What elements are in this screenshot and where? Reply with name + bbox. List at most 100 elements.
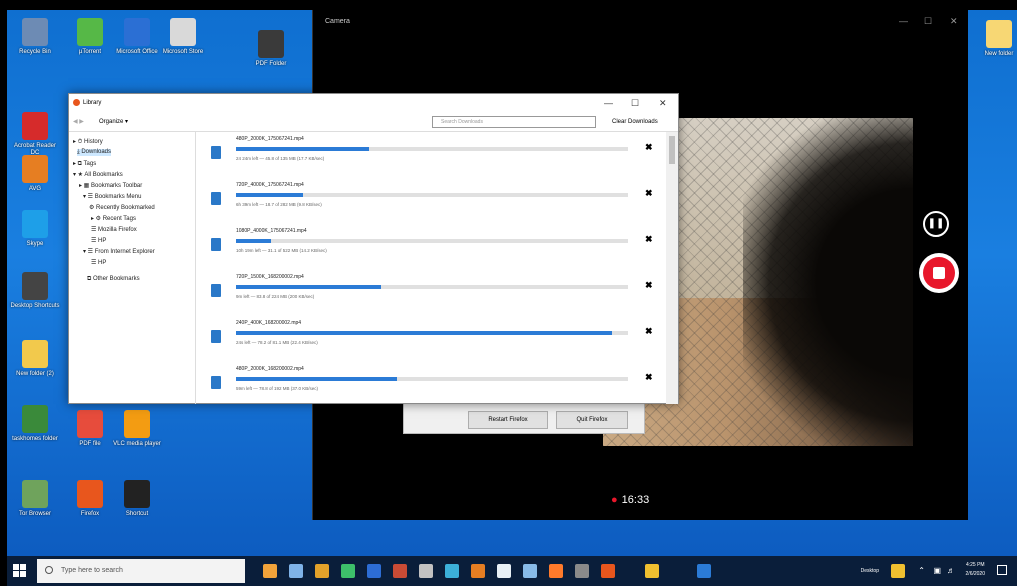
taskbar-app-icon[interactable] (315, 564, 329, 578)
download-item[interactable]: 480P_2000K_168200002.mp4 59m left — 78.8 … (197, 362, 667, 404)
cancel-download-icon[interactable]: ✖ (645, 372, 653, 383)
camera-close-button[interactable]: ✕ (950, 16, 958, 27)
stop-recording-button[interactable] (919, 253, 959, 293)
download-progress-bar (236, 331, 628, 335)
start-button[interactable] (13, 564, 27, 578)
taskbar-app-icon[interactable] (601, 564, 615, 578)
download-status: 6h 39m left — 18.7 of 282 MB (9.8 KB/sec… (236, 202, 322, 207)
taskbar-app-icon[interactable] (497, 564, 511, 578)
sidebar-item[interactable]: ☰ HP (91, 259, 106, 266)
desktop-icon-taskhomes[interactable]: taskhomes folder (9, 405, 61, 443)
desktop-icon-avg[interactable]: AVG (9, 155, 61, 193)
desktop-icon-tor-browser[interactable]: Tor Browser (9, 480, 61, 518)
search-placeholder: Type here to search (61, 567, 123, 574)
desktop-icon-desktop-shortcuts[interactable]: Desktop Shortcuts (9, 272, 61, 310)
clear-downloads-button[interactable]: Clear Downloads (612, 112, 658, 132)
download-status: 9m left — 83.8 of 224 MB (200 KB/sec) (236, 294, 315, 299)
sidebar-item[interactable]: ⚙ Recently Bookmarked (89, 204, 155, 211)
sidebar-item[interactable]: ▾ ☰ From Internet Explorer (83, 248, 155, 255)
download-item[interactable]: 480P_2000K_175067241.mp4 24 24m left — 45… (197, 132, 667, 179)
cancel-download-icon[interactable]: ✖ (645, 280, 653, 291)
downloads-scrollbar[interactable] (666, 132, 678, 404)
sidebar-item[interactable]: ⧉ Other Bookmarks (87, 276, 140, 283)
sidebar-item[interactable]: ⤓ Downloads (77, 149, 112, 156)
desktop-icon-pdf-file[interactable]: PDF file (64, 410, 116, 448)
video-file-icon (211, 376, 221, 389)
taskbar-app-icon[interactable] (697, 564, 711, 578)
desktop-icon-shortcut[interactable]: Shortcut (111, 480, 163, 518)
desktop-icon-skype[interactable]: Skype (9, 210, 61, 248)
tray-chevron-icon[interactable]: ⌃ (918, 566, 925, 575)
download-status: 10h 19m left — 31.1 of 522 MB (14.2 KB/s… (236, 248, 327, 253)
back-forward-icon[interactable]: ◀ ▶ (73, 112, 84, 132)
taskbar-app-icon[interactable] (393, 564, 407, 578)
taskbar-app-icon[interactable] (419, 564, 433, 578)
download-item[interactable]: 240P_400K_168200002.mp4 24s left — 78.2 o… (197, 316, 667, 363)
cancel-download-icon[interactable]: ✖ (645, 326, 653, 337)
cancel-download-icon[interactable]: ✖ (645, 234, 653, 245)
desktop-icon-firefox[interactable]: Firefox (64, 480, 116, 518)
taskbar-app-icon[interactable] (289, 564, 303, 578)
desktop-icon-label: Shortcut (125, 511, 149, 517)
sidebar-item[interactable]: ▸ ⧉ Tags (73, 160, 96, 168)
taskbar-app-icon[interactable] (341, 564, 355, 578)
volume-icon[interactable]: ♬ (947, 566, 955, 575)
taskbar-app-icon[interactable] (645, 564, 659, 578)
taskbar-app-icon[interactable] (523, 564, 537, 578)
desktop-icon-pdf-folder[interactable]: PDF Folder (245, 30, 297, 68)
camera-minimize-button[interactable]: — (899, 16, 908, 26)
network-icon[interactable]: ▣ (933, 566, 941, 575)
desktop-icon-vlc[interactable]: VLC media player (111, 410, 163, 448)
sidebar-item[interactable]: ▸ ▦ Bookmarks Toolbar (79, 182, 142, 189)
video-file-icon (211, 284, 221, 297)
desktop-icon-label: New folder (984, 51, 1014, 57)
desktop-icon-label: taskhomes folder (12, 436, 58, 442)
cancel-download-icon[interactable]: ✖ (645, 188, 653, 199)
tray-app-icon[interactable] (891, 564, 905, 578)
desktop-icon-label: New folder (2) (16, 371, 54, 377)
clock[interactable]: 4:25 PM 2/6/2020 (966, 561, 985, 579)
library-maximize-button[interactable]: ☐ (631, 94, 639, 112)
firefox-icon (77, 480, 103, 508)
pdf-file-icon (77, 410, 103, 438)
organize-menu[interactable]: Organize ▾ (99, 112, 128, 132)
desktop-icon-microsoft-office[interactable]: Microsoft Office (111, 18, 163, 56)
taskbar-app-icon[interactable] (575, 564, 589, 578)
quit-firefox-button[interactable]: Quit Firefox (556, 411, 628, 429)
desktop-icon-utorrent[interactable]: µTorrent (64, 18, 116, 56)
downloads-list: 480P_2000K_175067241.mp4 24 24m left — 45… (197, 132, 667, 404)
tor-browser-icon (22, 480, 48, 508)
camera-maximize-button[interactable]: ☐ (924, 16, 932, 27)
desktop-toolbar-label[interactable]: Desktop (861, 568, 879, 574)
cancel-download-icon[interactable]: ✖ (645, 142, 653, 153)
taskbar-app-icon[interactable] (367, 564, 381, 578)
download-item[interactable]: 720P_1500K_168200002.mp4 9m left — 83.8 o… (197, 270, 667, 317)
search-icon (45, 566, 53, 574)
download-item[interactable]: 720P_4000K_175067241.mp4 6h 39m left — 18… (197, 178, 667, 225)
taskbar-app-icon[interactable] (471, 564, 485, 578)
sidebar-item[interactable]: ☰ HP (91, 237, 106, 244)
desktop-icon-new-folder-25[interactable]: New folder (2) (9, 340, 61, 378)
pause-icon[interactable]: ❚❚ (923, 211, 949, 237)
shortcut-icon (124, 480, 150, 508)
sidebar-item[interactable]: ▸ ⏱ History (73, 138, 103, 146)
desktop-icon-acrobat[interactable]: Acrobat Reader DC (9, 112, 61, 157)
sidebar-item[interactable]: ▾ ☰ Bookmarks Menu (83, 193, 141, 200)
taskbar-app-icon[interactable] (263, 564, 277, 578)
sidebar-item[interactable]: ☰ Mozilla Firefox (91, 226, 137, 233)
download-item[interactable]: 1080P_4000K_175067241.mp4 10h 19m left — … (197, 224, 667, 271)
library-minimize-button[interactable]: — (604, 94, 613, 112)
library-close-button[interactable]: ✕ (659, 94, 667, 112)
sidebar-item[interactable]: ▾ ★ All Bookmarks (73, 171, 123, 178)
desktop-icon-recycle-bin[interactable]: Recycle Bin (9, 18, 61, 56)
desktop-icon-label: AVG (28, 186, 42, 192)
desktop-icon-new-folder[interactable]: New folder (973, 20, 1017, 58)
taskbar-app-icon[interactable] (549, 564, 563, 578)
taskbar-app-icon[interactable] (445, 564, 459, 578)
taskbar-search-input[interactable]: Type here to search (37, 559, 245, 583)
desktop-icon-document[interactable]: Microsoft Store (157, 18, 209, 56)
restart-firefox-button[interactable]: Restart Firefox (468, 411, 548, 429)
notification-icon[interactable] (997, 565, 1007, 575)
sidebar-item[interactable]: ▸ ⚙ Recent Tags (91, 215, 136, 222)
search-downloads-input[interactable]: Search Downloads (432, 116, 596, 128)
